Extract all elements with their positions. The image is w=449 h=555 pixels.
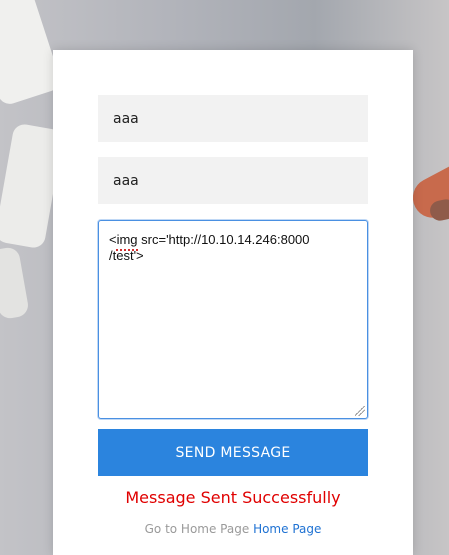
- spellcheck-underline: [116, 246, 138, 251]
- message-textarea[interactable]: <img src='http://10.10.14.246:8000 /test…: [98, 220, 368, 419]
- contact-form-card: <img src='http://10.10.14.246:8000 /test…: [53, 50, 413, 555]
- background-decoration: [0, 245, 30, 321]
- home-page-link[interactable]: Home Page: [253, 522, 321, 536]
- email-input[interactable]: [98, 157, 368, 204]
- name-input[interactable]: [98, 95, 368, 142]
- resize-grip-icon[interactable]: [355, 406, 365, 416]
- message-text[interactable]: <img src='http://10.10.14.246:8000 /test…: [109, 232, 349, 264]
- footer-prefix: Go to Home Page: [144, 522, 250, 536]
- status-message: Message Sent Successfully: [125, 488, 341, 507]
- send-message-button[interactable]: SEND MESSAGE: [98, 429, 368, 476]
- footer-navigation: Go to Home Page Home Page: [53, 522, 413, 536]
